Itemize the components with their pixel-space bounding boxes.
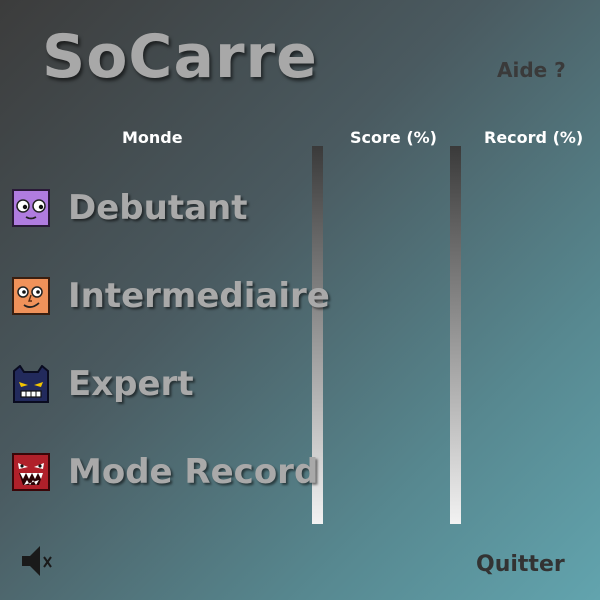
help-button[interactable]: Aide ? [497,58,566,82]
purple-cube-face-icon [12,189,50,227]
speaker-muted-icon[interactable] [20,541,60,581]
world-label: Mode Record [68,452,319,492]
red-cube-face-icon [12,453,50,491]
column-header-world: Monde [122,128,183,147]
world-label: Expert [68,364,194,404]
game-title: SoCarre [42,22,318,92]
world-button-expert[interactable]: Expert [12,362,302,406]
column-header-score: Score (%) [350,128,437,147]
column-header-record: Record (%) [484,128,584,147]
world-label: Debutant [68,188,248,228]
world-button-mode-record[interactable]: Mode Record [12,450,318,494]
quit-button[interactable]: Quitter [476,552,565,577]
world-button-intermediaire[interactable]: Intermediaire [12,274,330,318]
world-label: Intermediaire [68,276,330,316]
column-divider-right [450,146,461,524]
world-button-debutant[interactable]: Debutant [12,186,302,230]
dark-blue-cube-face-icon [12,365,50,403]
orange-cube-face-icon [12,277,50,315]
